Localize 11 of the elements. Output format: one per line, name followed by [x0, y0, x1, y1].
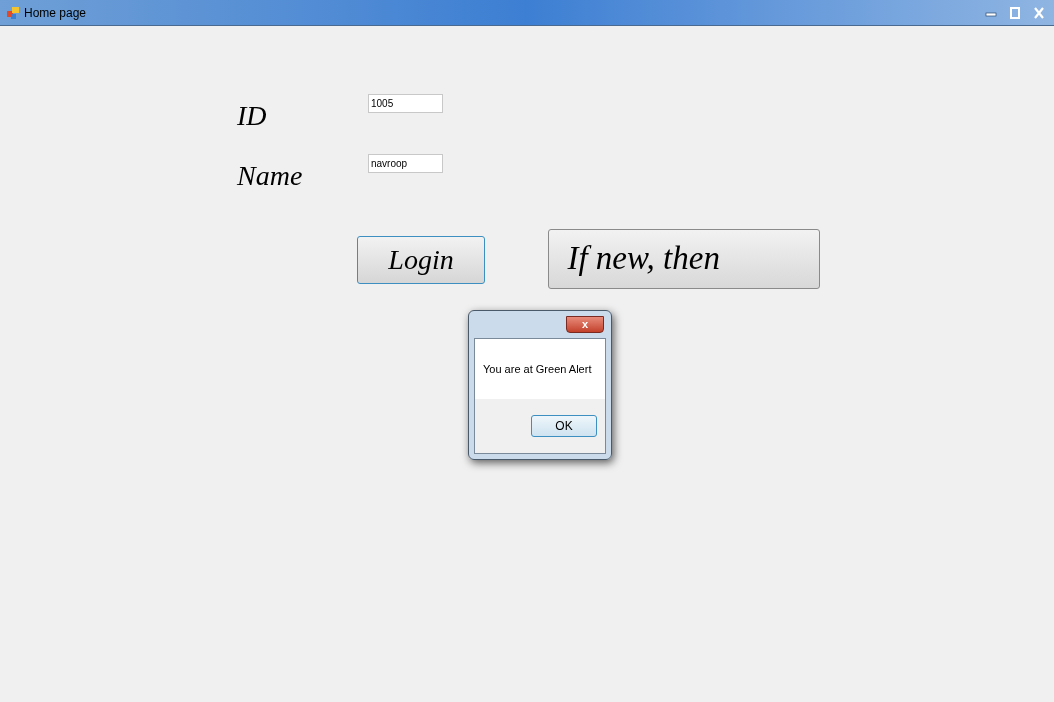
- field-label: ID: [237, 102, 268, 130]
- window-title: Home page: [24, 4, 87, 22]
- text-field[interactable]: 1005: [368, 94, 443, 113]
- message-text: You are at Green Alert: [483, 361, 592, 377]
- ok-button[interactable]: OK: [531, 415, 597, 437]
- register-button[interactable]: If new, then: [548, 228, 821, 289]
- close-button[interactable]: x: [566, 316, 604, 333]
- text-field[interactable]: navroop: [368, 154, 443, 173]
- app-icon: [6, 5, 20, 20]
- login-button[interactable]: Login: [357, 236, 485, 284]
- field-label: Name: [237, 162, 304, 190]
